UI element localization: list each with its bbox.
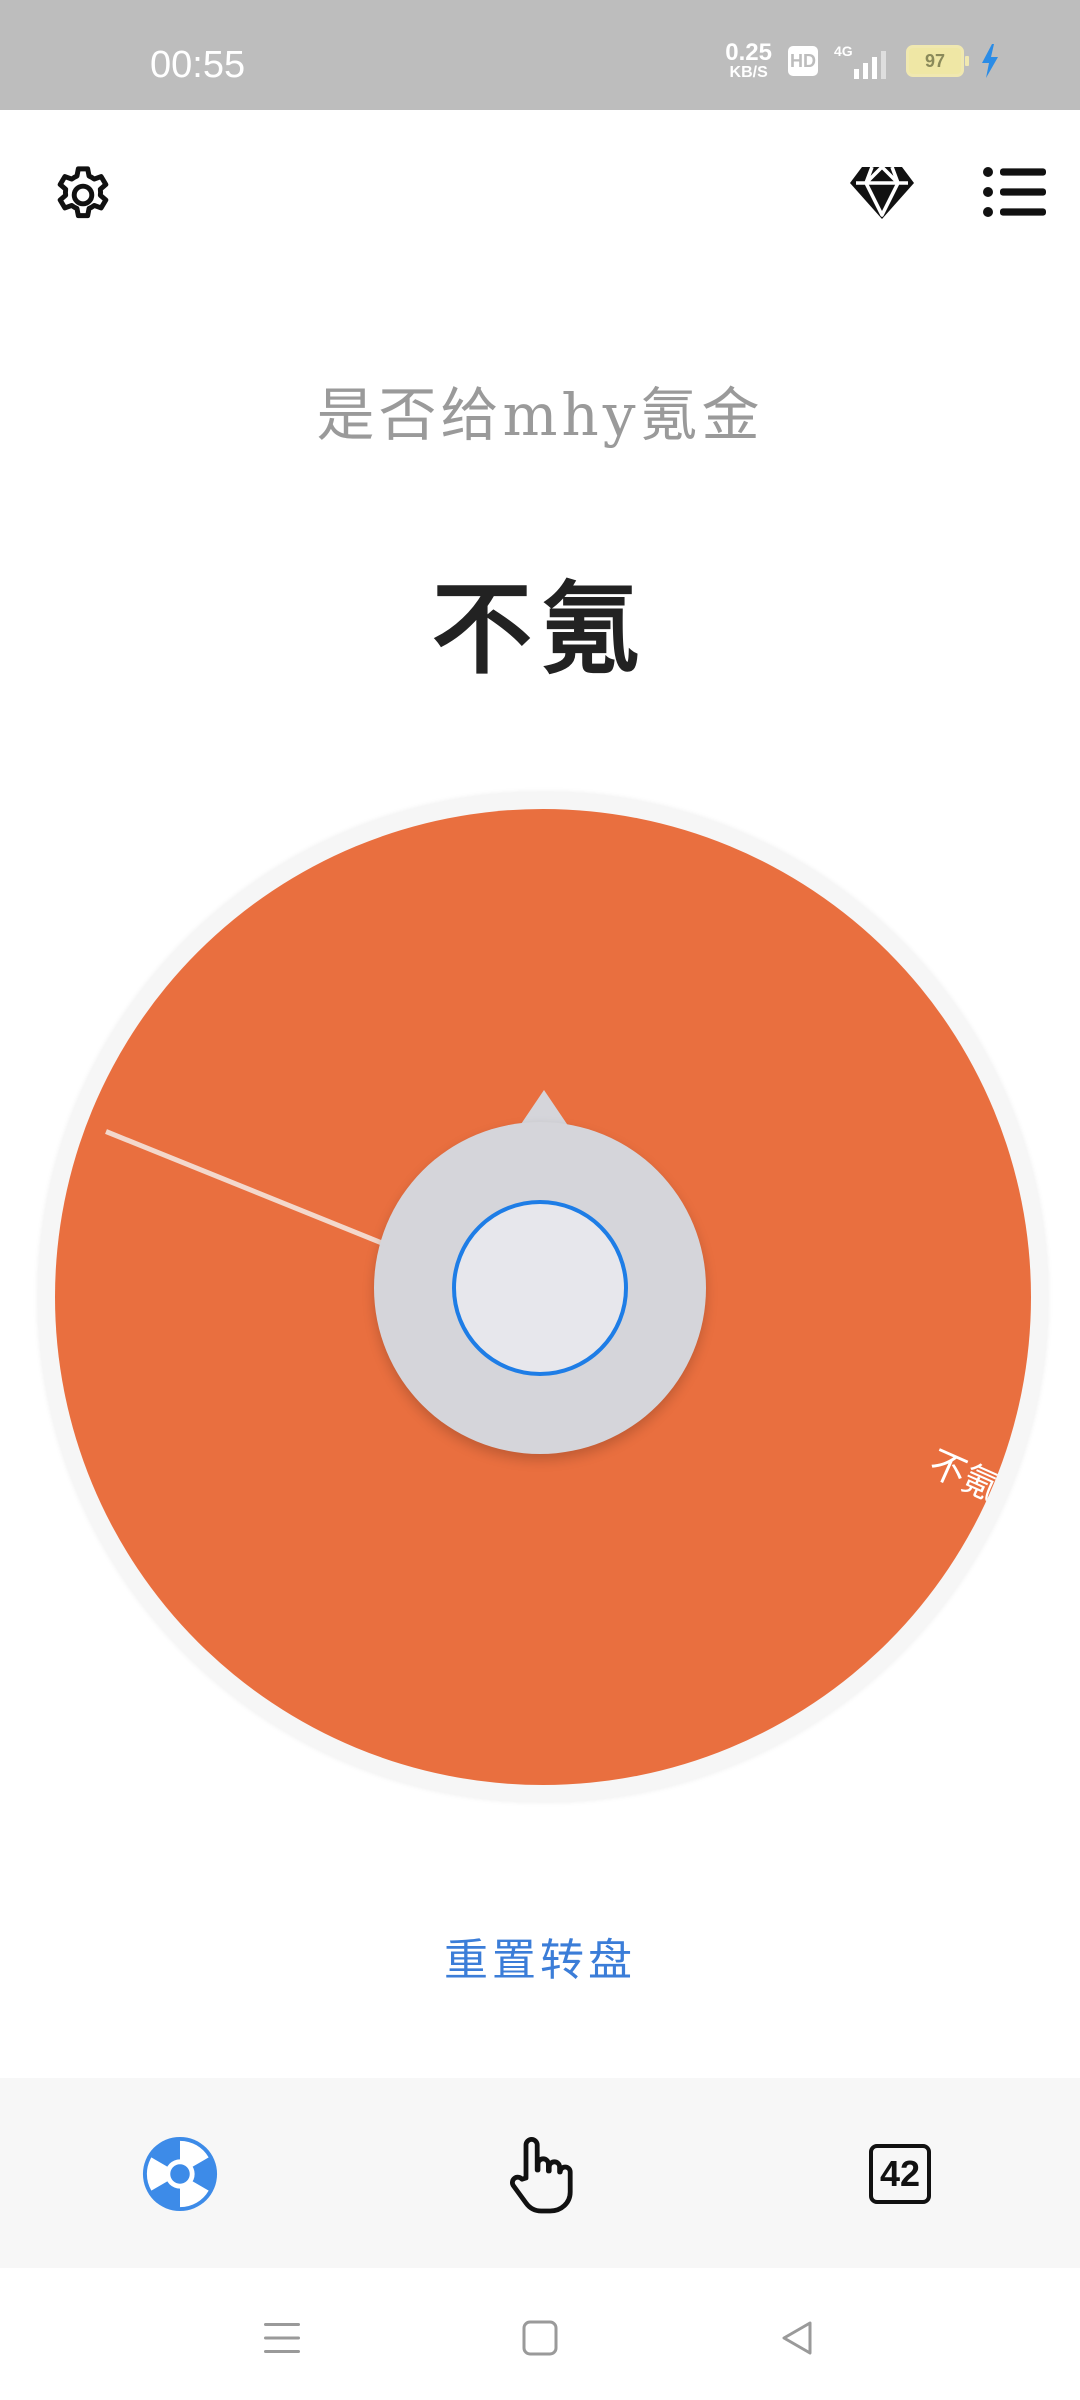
status-bar: 00:55 0.25 KB/S HD 4G 97 <box>0 0 1080 110</box>
battery-icon: 97 <box>906 45 969 77</box>
back-icon <box>782 2321 812 2355</box>
signal-icon: 4G <box>834 43 890 79</box>
network-type: 4G <box>834 43 853 59</box>
tab-pointer[interactable] <box>492 2126 588 2222</box>
battery-level: 97 <box>924 50 946 71</box>
recents-button[interactable] <box>252 2308 312 2368</box>
bottom-tab-bar: 42 <box>0 2078 1080 2268</box>
hd-badge: HD <box>788 46 818 76</box>
recents-icon <box>264 2323 300 2353</box>
tab-number[interactable]: 42 <box>852 2126 948 2222</box>
network-speed: 0.25 KB/S <box>725 41 772 81</box>
spin-button[interactable] <box>452 1200 628 1376</box>
signal-bars <box>854 51 886 79</box>
home-icon <box>522 2320 558 2356</box>
screen: 00:55 0.25 KB/S HD 4G 97 是否给mhy氪金 不氪 不氪 … <box>0 0 1080 2400</box>
number-box-icon: 42 <box>869 2144 931 2204</box>
diamond-icon <box>850 165 914 219</box>
menu-button[interactable] <box>980 162 1048 222</box>
list-icon <box>983 167 1046 217</box>
system-navigation-bar <box>0 2268 1080 2400</box>
network-speed-unit: KB/S <box>729 64 768 81</box>
status-time: 00:55 <box>150 44 246 86</box>
home-button[interactable] <box>510 2308 570 2368</box>
back-button[interactable] <box>768 2308 828 2368</box>
spin-result: 不氪 <box>432 570 648 688</box>
wheel-icon <box>142 2136 218 2212</box>
reset-wheel-button[interactable]: 重置转盘 <box>420 1926 660 1996</box>
wheel-question: 是否给mhy氪金 <box>316 381 764 449</box>
hand-pointer-icon <box>510 2137 573 2214</box>
settings-button[interactable] <box>46 158 120 232</box>
premium-button[interactable] <box>846 160 918 226</box>
charging-icon <box>982 44 998 78</box>
spin-wheel[interactable]: 不氪 <box>38 792 1048 1802</box>
status-icons: 0.25 KB/S HD 4G 97 <box>725 36 1000 86</box>
segment-divider <box>105 1129 402 1253</box>
tab-wheel[interactable] <box>132 2126 228 2222</box>
network-speed-value: 0.25 <box>725 39 772 66</box>
gear-icon <box>57 166 109 219</box>
